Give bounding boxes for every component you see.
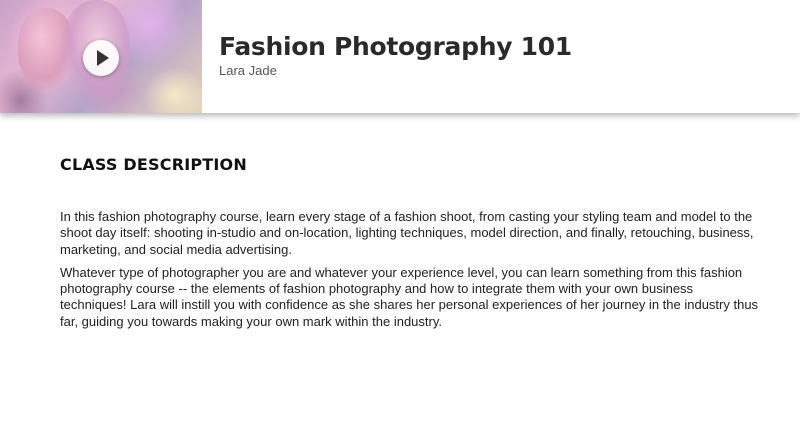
play-button[interactable]: [83, 40, 119, 76]
description-paragraph: In this fashion photography course, lear…: [60, 209, 754, 257]
class-description-section: CLASS DESCRIPTION In this fashion photog…: [60, 113, 760, 330]
description-paragraph: Whatever type of photographer you are an…: [60, 264, 759, 329]
course-title: Fashion Photography 101: [219, 32, 572, 61]
instructor-name[interactable]: Lara Jade: [219, 62, 277, 79]
course-thumbnail[interactable]: [0, 0, 202, 113]
play-icon: [97, 50, 109, 66]
section-heading: CLASS DESCRIPTION: [60, 155, 247, 174]
course-header: Fashion Photography 101 Lara Jade: [0, 0, 800, 113]
